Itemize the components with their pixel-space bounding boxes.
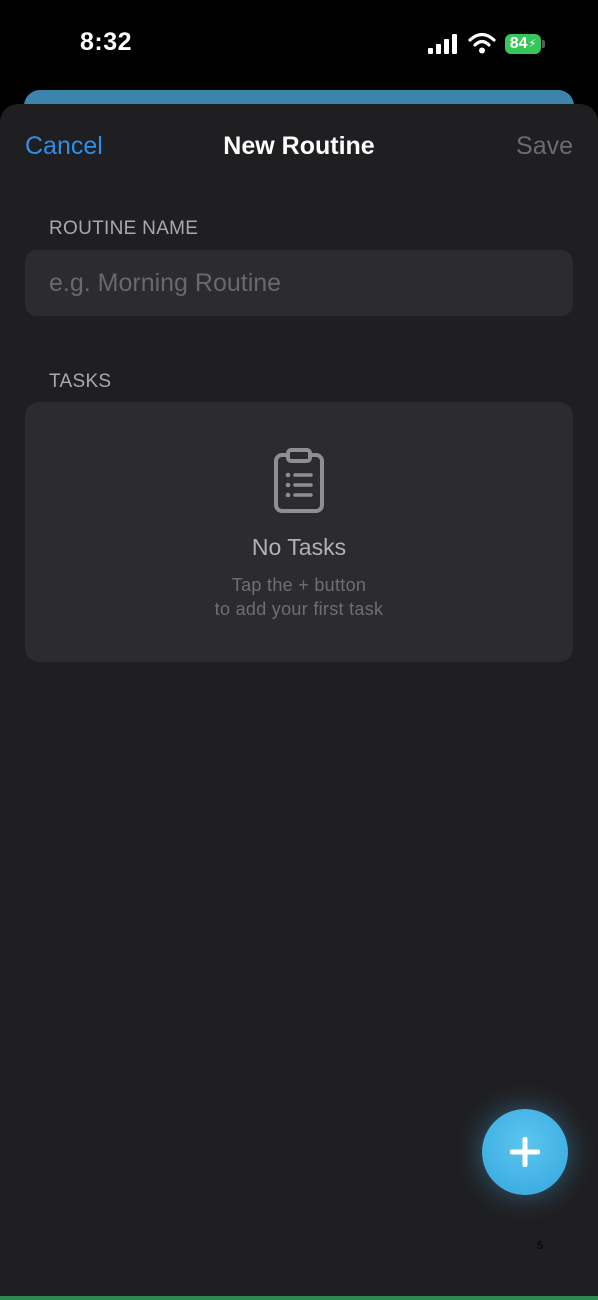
status-time: 8:32 xyxy=(80,28,133,56)
empty-state-hint-line2: to add your first task xyxy=(214,599,384,619)
signal-icon xyxy=(428,34,457,54)
empty-state-title: No Tasks xyxy=(251,534,347,560)
battery-icon: 84 ⚡ xyxy=(505,34,541,54)
status-bar: 8:32 84 ⚡ xyxy=(0,0,598,90)
charging-bolt-icon: ⚡ xyxy=(528,38,537,50)
empty-state-hint-line1: Tap the + button xyxy=(231,575,367,595)
plus-icon xyxy=(510,1137,540,1167)
page-title: New Routine xyxy=(223,132,375,160)
add-task-button[interactable] xyxy=(482,1109,568,1195)
battery-level: 84 xyxy=(509,35,528,52)
wifi-icon xyxy=(468,32,496,54)
battery-cap xyxy=(542,40,545,48)
routine-name-input[interactable] xyxy=(25,250,573,316)
tasks-empty-state: No Tasks Tap the + button to add your fi… xyxy=(25,402,573,662)
clipboard-list-icon xyxy=(274,448,324,513)
save-button[interactable]: Save xyxy=(516,132,573,161)
bottom-edge xyxy=(0,1296,598,1300)
nav-bar: Cancel New Routine Save xyxy=(0,104,598,194)
page-marker: 5 xyxy=(537,1240,544,1252)
routine-name-label: ROUTINE NAME xyxy=(49,218,199,239)
tasks-label: TASKS xyxy=(49,371,112,392)
